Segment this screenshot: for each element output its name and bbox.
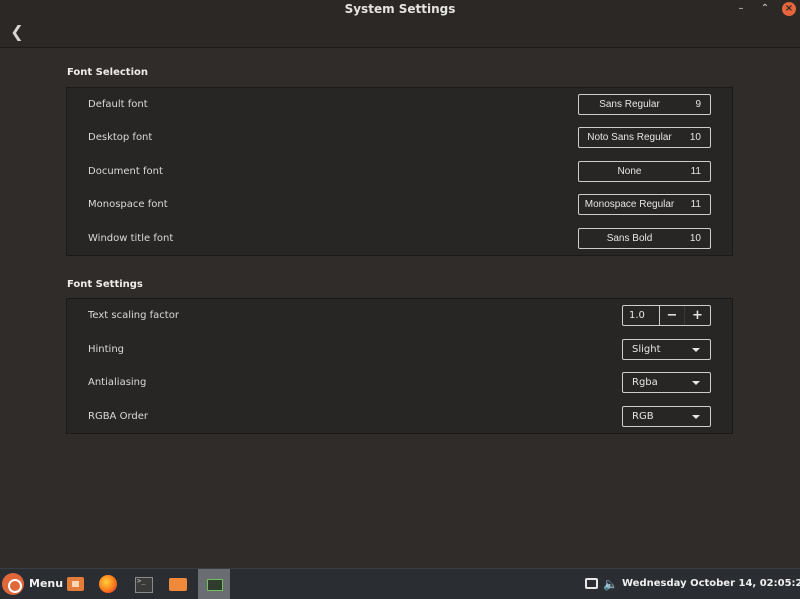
increase-button[interactable]: + [685, 306, 710, 325]
menu-label: Menu [29, 577, 64, 590]
clock[interactable]: Wednesday October 14, 02:05:28 [622, 569, 800, 599]
default-font-name: Sans Regular [599, 99, 660, 110]
chevron-down-icon [692, 415, 700, 419]
window-title: System Settings [344, 2, 456, 16]
document-font-button[interactable]: None 11 [578, 161, 711, 182]
rgba-order-dropdown[interactable]: RGB [622, 406, 711, 427]
desktop-font-name: Noto Sans Regular [587, 132, 672, 143]
font-selection-panel: Default font Sans Regular 9 Desktop font… [66, 87, 733, 256]
desktop-font-label: Desktop font [88, 132, 153, 143]
menu-logo-icon [2, 573, 24, 595]
folder-icon[interactable] [166, 572, 190, 596]
monospace-font-label: Monospace font [88, 199, 168, 210]
desktop-font-size: 10 [689, 132, 701, 143]
rgba-order-row: RGBA Order RGB [67, 400, 732, 434]
volume-icon[interactable]: 🔈 [603, 576, 619, 592]
document-font-size: 11 [690, 166, 701, 177]
window-title-font-button[interactable]: Sans Bold 10 [578, 228, 711, 249]
hinting-dropdown[interactable]: Slight [622, 339, 711, 360]
text-scaling-row: Text scaling factor 1.0 − + [67, 299, 732, 333]
document-font-name: None [617, 166, 642, 177]
antialiasing-row: Antialiasing Rgba [67, 366, 732, 400]
firefox-icon[interactable] [96, 572, 120, 596]
chevron-down-icon [692, 348, 700, 352]
antialiasing-dropdown[interactable]: Rgba [622, 372, 711, 393]
text-scaling-spinner: 1.0 − + [622, 305, 711, 326]
desktop-font-button[interactable]: Noto Sans Regular 10 [578, 127, 711, 148]
rgba-order-value: RGB [632, 411, 654, 422]
monospace-font-row: Monospace font Monospace Regular 11 [67, 188, 732, 222]
window-title-font-row: Window title font Sans Bold 10 [67, 222, 732, 256]
hinting-label: Hinting [88, 344, 125, 355]
monospace-font-size: 11 [690, 199, 701, 210]
window-title-font-name: Sans Bold [606, 233, 653, 244]
system-settings-task-icon[interactable] [198, 569, 230, 599]
font-selection-heading: Font Selection [67, 67, 148, 78]
decrease-button[interactable]: − [660, 306, 685, 325]
file-manager-launcher-icon[interactable] [64, 572, 88, 596]
default-font-size: 9 [695, 99, 701, 110]
font-settings-heading: Font Settings [67, 279, 143, 290]
hinting-row: Hinting Slight [67, 333, 732, 367]
terminal-icon[interactable] [131, 572, 155, 596]
document-font-label: Document font [88, 166, 163, 177]
default-font-row: Default font Sans Regular 9 [67, 88, 732, 122]
window-title-font-label: Window title font [88, 233, 174, 244]
network-icon[interactable] [585, 578, 598, 589]
monospace-font-button[interactable]: Monospace Regular 11 [578, 194, 711, 215]
minimize-icon[interactable]: – [734, 2, 748, 16]
close-icon[interactable]: × [782, 2, 796, 16]
default-font-button[interactable]: Sans Regular 9 [578, 94, 711, 115]
font-settings-panel: Text scaling factor 1.0 − + Hinting Slig… [66, 298, 733, 434]
antialiasing-value: Rgba [632, 377, 658, 388]
hinting-value: Slight [632, 344, 661, 355]
desktop-font-row: Desktop font Noto Sans Regular 10 [67, 121, 732, 155]
back-button[interactable]: ❮ [8, 22, 26, 42]
taskbar: Menu 🔈 Wednesday October 14, 02:05:28 [0, 568, 800, 599]
window-title-font-size: 10 [689, 233, 701, 244]
text-scaling-label: Text scaling factor [88, 310, 179, 321]
monospace-font-name: Monospace Regular [584, 199, 675, 210]
default-font-label: Default font [88, 99, 148, 110]
text-scaling-value[interactable]: 1.0 [623, 306, 660, 325]
chevron-down-icon [692, 381, 700, 385]
maximize-icon[interactable]: ⌃ [758, 2, 772, 16]
document-font-row: Document font None 11 [67, 155, 732, 189]
rgba-order-label: RGBA Order [88, 411, 148, 422]
header-bar: System Settings ❮ – ⌃ × [0, 0, 800, 48]
antialiasing-label: Antialiasing [88, 377, 147, 388]
